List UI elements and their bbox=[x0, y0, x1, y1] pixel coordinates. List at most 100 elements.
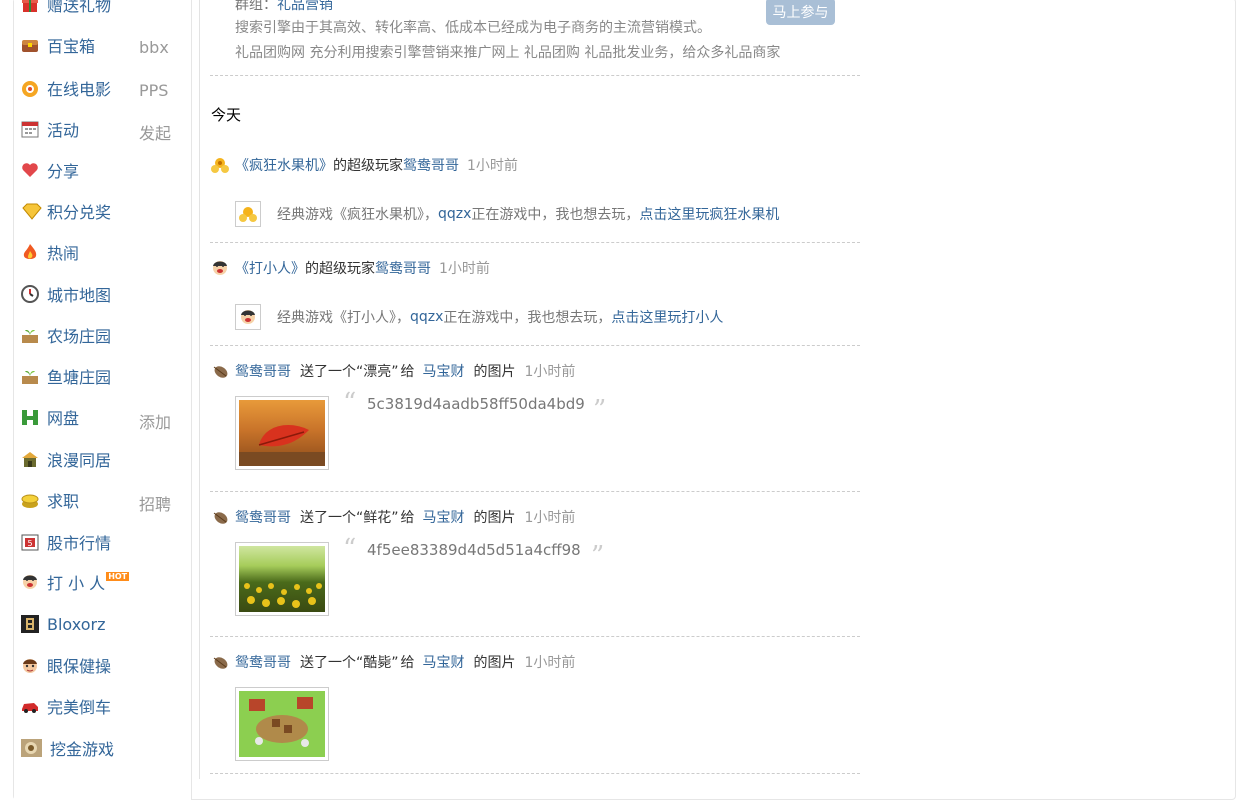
game-link[interactable]: 《打小人》 bbox=[235, 258, 305, 278]
svg-text:5: 5 bbox=[27, 539, 32, 548]
sidebar-item-extra[interactable]: 发起 bbox=[139, 120, 171, 144]
sidebar-item-points[interactable]: 积分兑奖 bbox=[20, 199, 111, 223]
sidebar-item-gold[interactable]: 挖金游戏 bbox=[20, 736, 114, 760]
face-icon bbox=[210, 258, 230, 278]
feed-separator bbox=[210, 242, 860, 243]
gift-feed-icon bbox=[210, 652, 230, 672]
hot-badge: HOT bbox=[106, 571, 130, 581]
feed-gift-entry-2: 鸳鸯哥哥 送了一个 “鲜花” 给 马宝财 的图片 1小时前 bbox=[210, 507, 575, 527]
sidebar-item-beat[interactable]: 打 小 人 HOT bbox=[20, 570, 130, 594]
gift-icon bbox=[20, 0, 40, 14]
fruit-machine-icon bbox=[210, 155, 230, 175]
user-link[interactable]: 马宝财 bbox=[423, 507, 465, 527]
sidebar-item-farm[interactable]: 农场庄园 bbox=[20, 323, 111, 347]
sidebar-item-share[interactable]: 分享 bbox=[20, 158, 79, 182]
user-link[interactable]: qqzx bbox=[410, 309, 443, 325]
diamond-icon bbox=[20, 201, 42, 221]
page-frame bbox=[13, 0, 1236, 800]
user-link[interactable]: 马宝财 bbox=[423, 652, 465, 672]
user-link[interactable]: 鸳鸯哥哥 bbox=[235, 652, 291, 672]
sidebar-item-extra[interactable]: PPS bbox=[139, 81, 168, 100]
ad-group-link[interactable]: 礼品营销 bbox=[277, 0, 333, 13]
sidebar-item-label: 眼保健操 bbox=[47, 657, 112, 676]
sidebar-item-label: 积分兑奖 bbox=[47, 203, 112, 222]
sidebar-item-citymap[interactable]: 城市地图 bbox=[20, 282, 111, 306]
ad-description-line1: 搜索引擎由于其高效、转化率高、低成本已经成为电子商务的主流营销模式。 bbox=[235, 20, 711, 36]
feed-gift-entry-3: 鸳鸯哥哥 送了一个 “酷毙” 给 马宝财 的图片 1小时前 bbox=[210, 652, 575, 672]
feed-entry-detail-1: 经典游戏《疯狂水果机》， qqzx 正在游戏中，我也想去玩， 点击这里玩疯狂水果机 bbox=[235, 201, 779, 227]
sidebar-item-fishpond[interactable]: 鱼塘庄园 bbox=[20, 364, 111, 388]
sidebar-item-label: 网盘 bbox=[47, 409, 80, 428]
timestamp: 1小时前 bbox=[467, 158, 518, 174]
feed-entry-game-2: 《打小人》 的超级玩家 鸳鸯哥哥 1小时前 bbox=[210, 258, 490, 278]
sidebar-item-label: 求职 bbox=[47, 492, 80, 511]
compass-icon bbox=[20, 284, 40, 304]
farm-game-photo[interactable] bbox=[235, 687, 329, 761]
sidebar-item-disk[interactable]: 网盘 bbox=[20, 405, 79, 429]
sidebar-item-parking[interactable]: 完美倒车 bbox=[20, 694, 111, 718]
feed-separator bbox=[210, 75, 860, 76]
sidebar-item-cohabit[interactable]: 浪漫同居 bbox=[20, 447, 111, 471]
sidebar-item-stocks[interactable]: 5 股市行情 bbox=[20, 530, 111, 554]
eye-face-icon bbox=[20, 655, 40, 675]
sidebar-item-label: 分享 bbox=[47, 162, 80, 181]
user-link[interactable]: qqzx bbox=[438, 206, 471, 222]
user-link[interactable]: 鸳鸯哥哥 bbox=[235, 361, 291, 381]
sidebar-item-label: 赠送礼物 bbox=[47, 0, 112, 15]
sidebar-item-treasure[interactable]: 百宝箱 bbox=[20, 33, 95, 57]
red-leaf-photo[interactable] bbox=[235, 396, 329, 470]
user-link[interactable]: 鸳鸯哥哥 bbox=[375, 258, 431, 278]
gift-message: 4f5ee83389d4d5d51a4cff98 bbox=[367, 541, 581, 559]
gold-icon bbox=[20, 738, 43, 758]
user-link[interactable]: 鸳鸯哥哥 bbox=[235, 507, 291, 527]
quote-open-icon: “ bbox=[343, 534, 357, 564]
ad-description-line2: 礼品团购网 充分利用搜索引擎营销来推广网上 礼品团购 礼品批发业务，给众多礼品商… bbox=[235, 45, 781, 61]
feed-separator bbox=[210, 491, 860, 492]
sidebar-item-extra[interactable]: 添加 bbox=[139, 409, 171, 433]
sidebar-item-extra[interactable]: bbx bbox=[139, 38, 169, 57]
fishpond-icon bbox=[20, 366, 40, 386]
sidebar-item-jobs[interactable]: 求职 bbox=[20, 488, 79, 512]
disk-icon bbox=[20, 407, 40, 427]
sunflower-field-photo[interactable] bbox=[235, 542, 329, 616]
game-thumbnail[interactable] bbox=[235, 304, 261, 330]
sidebar-item-label: 挖金游戏 bbox=[50, 740, 115, 759]
sidebar-item-bloxorz[interactable]: Bloxorz bbox=[20, 612, 105, 636]
user-link[interactable]: 马宝财 bbox=[423, 361, 465, 381]
feed-entry-detail-2: 经典游戏《打小人》， qqzx 正在游戏中，我也想去玩， 点击这里玩打小人 bbox=[235, 304, 723, 330]
play-game-link[interactable]: 点击这里玩打小人 bbox=[611, 307, 723, 327]
car-icon bbox=[20, 696, 40, 716]
play-game-link[interactable]: 点击这里玩疯狂水果机 bbox=[639, 204, 779, 224]
movie-icon bbox=[20, 78, 40, 98]
timestamp: 1小时前 bbox=[524, 510, 576, 526]
timestamp: 1小时前 bbox=[524, 655, 576, 671]
day-heading: 今天 bbox=[211, 106, 242, 124]
sidebar-item-label: 农场庄园 bbox=[47, 327, 112, 346]
game-thumbnail[interactable] bbox=[235, 201, 261, 227]
sidebar-item-hot[interactable]: 热闹 bbox=[20, 240, 79, 264]
sidebar-item-extra[interactable]: 招聘 bbox=[139, 491, 171, 515]
coin-icon bbox=[20, 490, 40, 510]
feed-separator bbox=[210, 773, 860, 774]
timestamp: 1小时前 bbox=[524, 364, 576, 380]
feed-separator bbox=[210, 345, 860, 346]
heart-share-icon bbox=[20, 160, 40, 180]
sidebar-item-label: 活动 bbox=[47, 121, 80, 140]
farm-icon bbox=[20, 325, 40, 345]
gift-feed-icon bbox=[210, 361, 230, 381]
timestamp: 1小时前 bbox=[439, 261, 490, 277]
sidebar-item-label: 鱼塘庄园 bbox=[47, 368, 112, 387]
face-icon bbox=[20, 572, 40, 592]
sidebar-item-label: 股市行情 bbox=[47, 534, 112, 553]
sidebar-item-events[interactable]: 活动 bbox=[20, 117, 79, 141]
feed-gift-entry-1: 鸳鸯哥哥 送了一个 “漂亮” 给 马宝财 的图片 1小时前 bbox=[210, 361, 575, 381]
bloxorz-icon bbox=[20, 614, 40, 634]
sidebar-item-label: 完美倒车 bbox=[47, 698, 112, 717]
sidebar-item-gifts[interactable]: 赠送礼物 bbox=[20, 0, 111, 16]
sidebar-item-movie[interactable]: 在线电影 bbox=[20, 76, 111, 100]
sidebar-item-eyecare[interactable]: 眼保健操 bbox=[20, 653, 111, 677]
user-link[interactable]: 鸳鸯哥哥 bbox=[403, 155, 459, 175]
join-button[interactable]: 马上参与 bbox=[766, 0, 835, 25]
game-link[interactable]: 《疯狂水果机》 bbox=[235, 155, 333, 175]
ad-group-line: 群组：礼品营销 bbox=[235, 0, 333, 14]
